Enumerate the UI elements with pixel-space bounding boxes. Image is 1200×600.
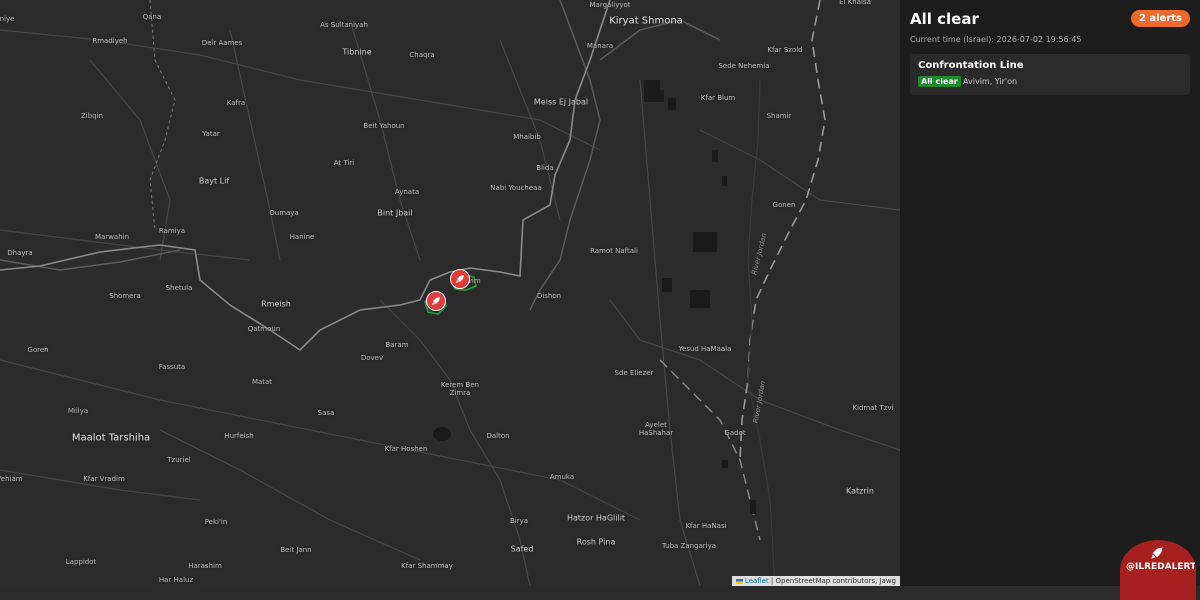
rocket-icon [432,297,440,305]
place-label: Kfar Szold [767,46,803,54]
place-label: Safed [510,544,534,554]
map-attribution: Leaflet | OpenStreetMap contributors, Ja… [731,576,900,586]
place-label: Nabi Youcheaa [490,184,542,192]
place-label: Miilya [67,407,89,415]
place-label: Ayelet HaShahar [638,421,674,437]
place-label: Beit Yahoun [363,122,405,130]
place-label: Har Haluz [158,576,194,584]
place-label: Birya [509,517,529,525]
place-label: Rosh Pina [576,537,616,547]
alert-count-badge[interactable]: 2 alerts [1130,10,1190,27]
leaflet-link[interactable]: Leaflet [745,577,769,585]
place-label: Marwahin [94,233,130,241]
place-label: Yesud HaMaala [678,345,732,353]
place-label: Peki'in [204,518,228,526]
place-label: Ramot Naftali [590,247,638,255]
place-label: Chaqra [409,51,435,59]
rocket-alert-marker[interactable] [426,291,446,311]
place-label: Hurfeish [224,432,254,440]
place-label: Mhaibib [513,133,541,141]
place-label: Kfar Hoshen [384,445,428,453]
place-label: Tuba Zangariya [661,542,717,550]
place-label: Rmadiyeh [92,37,128,45]
place-label: Shomera [109,292,141,300]
place-label: Sde Eliezer [614,369,654,377]
rocket-icon [1151,547,1163,559]
place-label: Shetula [165,284,193,292]
place-label: Qana [142,13,162,21]
place-label: Ramiya [158,227,186,235]
place-label: Kfar HaNasi [685,522,727,530]
map[interactable]: Qana Margaliyyot Kiryat Shmona El Khalsa As … [0,0,900,586]
place-label: Rmeish [261,299,291,309]
place-label: Oumaya [269,209,299,217]
place-label: Dovev [360,354,384,362]
place-label: Matat [251,378,273,386]
place-label: Shamir [766,112,792,120]
alert-card[interactable]: Confrontation Line All clear Avivim, Yir… [910,54,1190,95]
place-label: Dhayra [7,249,33,257]
place-label: Bint Jbail [377,208,413,218]
place-label: Katzrin [846,486,874,496]
place-label: Yehiam [0,475,23,483]
alert-card-title: Confrontation Line [918,60,1024,71]
place-label: Harashim [188,562,222,570]
place-label: Kfar Blum [700,94,736,102]
alerts-panel: All clear 2 alerts Current time (Israel)… [900,0,1200,600]
place-label: Kerem Ben Zimra [440,381,480,397]
rocket-alert-marker[interactable] [450,269,470,289]
place-label: Goren [27,346,49,354]
place-label: Beit Jann [280,546,312,554]
logo: @ILREDALERT [1120,540,1196,600]
place-label: Fassuta [158,363,186,371]
place-label: Kidmat Tzvi [852,404,894,412]
place-label: Aynata [394,188,420,196]
place-label: Margaliyyot [589,1,631,9]
alert-places: Avivim, Yir'on [963,77,1018,86]
place-label: Yatar [202,130,220,138]
ukraine-flag-icon [735,578,743,584]
place-label: Zibqin [80,112,104,120]
place-label: Meiss Ej Jabal [533,97,589,107]
place-label: Manara [586,42,614,50]
place-label: niye [0,15,15,23]
place-label: Tibnine [342,47,372,57]
current-time: Current time (Israel): 2026-07-02 19:56:… [910,35,1082,44]
attribution-text: | OpenStreetMap contributors, Jawg [768,577,896,585]
place-label: Kfar Shammay [401,562,453,570]
place-label: Dalton [486,432,510,440]
place-label: Lappidot [65,558,97,566]
place-label: Sede Nehemia [718,62,770,70]
border-line [0,0,611,352]
place-label: Sasa [317,409,335,417]
rocket-icon [456,275,464,283]
place-label: Deir Aames [201,39,243,47]
place-label: Kafra [226,99,246,107]
place-label: Gonen [772,201,796,209]
place-label: Hatzor HaGlilit [566,513,626,523]
place-label: Bayt Lif [198,176,230,186]
place-label: As Sultaniyah [320,21,368,29]
place-label: Gadot [724,429,746,437]
place-label: Dishon [536,292,562,300]
place-label: El Khalsa [839,0,871,6]
place-label: Kfar Vradim [83,475,125,483]
place-label: At Tiri [333,159,355,167]
place-label: Kiryat Shmona [609,15,683,27]
place-label: Blida [536,164,554,172]
place-label: Qatmoun [247,325,281,333]
status-title: All clear [910,10,979,28]
logo-text: @ILREDALERT [1126,562,1196,572]
place-label: Maalot Tarshiha [71,432,151,444]
place-label: Amuka [549,473,575,481]
place-label: Tzuriel [167,456,191,464]
status-badge: All clear [918,76,961,87]
place-label: Hanine [289,233,315,241]
place-label: Baram [385,341,409,349]
